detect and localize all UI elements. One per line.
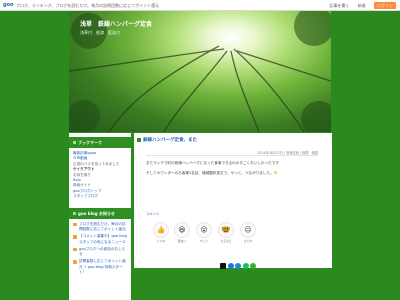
share-buttons [220, 254, 258, 269]
top-message[interactable]: ブログ、ランキング、ブログを読むだけ。毎月の訪問回数に応じてポイント還元 [16, 0, 159, 11]
login-button[interactable]: ログイン [374, 2, 396, 9]
new-post-link[interactable]: 新着 [358, 3, 366, 8]
post-paragraph-text: そしてカウンターのお客様1名目、機械翻訳英文で、やっと、つながりました。 [146, 171, 274, 175]
reaction-wow[interactable]: 😮 すごい [195, 222, 213, 244]
reaction-label: ひそか [243, 239, 253, 243]
bookmark-heading: ブックマーク [69, 137, 131, 148]
blog-subtitle: 浅草付 根津 藍染付 [80, 30, 120, 35]
reaction-funny[interactable]: 😆 面白い [173, 222, 191, 244]
sidebar: ブックマーク 最新記事gooo ＧＷ動画 広島のバスを巡ってみました ケイクアウ… [69, 133, 131, 300]
reaction-like[interactable]: 👍 いいね [152, 222, 170, 244]
reaction-nerd[interactable]: 🤓 なるほど [217, 222, 235, 244]
reaction-label: いいね [156, 239, 166, 243]
line-icon[interactable] [242, 263, 249, 269]
top-bar: goo ブログ、ランキング、ブログを読むだけ。毎月の訪問回数に応じてポイント還元… [0, 0, 400, 11]
divider [146, 155, 318, 156]
neutral-face-icon: 😐 [240, 222, 256, 238]
info-item[interactable]: ブログを読むだけ。毎月の訪問回数に応じてポイント還元 [72, 222, 128, 233]
post-paragraph: そしてカウンターのお客様1名目、機械翻訳英文で、やっと、つながりました。😄 [146, 170, 318, 176]
bookmark-list: 最新記事gooo ＧＷ動画 広島のバスを巡ってみました ケイクアウト お持ち帰り… [69, 148, 131, 204]
copy-icon[interactable] [250, 263, 256, 269]
info-item[interactable]: 訪問者数に応じてポイント還元 + goo blog 特典スタート！ [72, 259, 128, 275]
write-post-link[interactable]: 記事を書く [329, 3, 349, 8]
hatena-icon[interactable] [235, 263, 241, 269]
info-item[interactable]: gooブログへの参加のおしらせ [72, 247, 128, 258]
goo-logo[interactable]: goo [3, 0, 13, 11]
comment-link[interactable]: コメント [146, 211, 160, 216]
facebook-icon[interactable] [227, 263, 234, 269]
info-item[interactable]: 【コメント募集中】goo blogスタッフの気になるニュース [72, 234, 128, 245]
smile-emoji: 😄 [273, 171, 278, 175]
bookmark-item[interactable]: スタッフブログ [73, 194, 128, 199]
laugh-icon: 😆 [174, 222, 190, 238]
post-area: 鉄線ハンバーグ定食、また 2024年08月21日 | 鉄線定食 | 相撲・格闘 … [134, 133, 332, 269]
blog-header: 浅草 鉄線ハンバーグ定食 浅草付 根津 藍染付 [69, 11, 331, 132]
thumbs-up-icon: 👍 [153, 222, 169, 238]
surprised-icon: 😮 [196, 222, 212, 238]
reaction-label: なるほど [220, 239, 232, 243]
reaction-label: 面白い [177, 239, 187, 243]
blog-title[interactable]: 浅草 鉄線ハンバーグ定食 [80, 19, 152, 28]
reaction-bar: 👍 いいね 😆 面白い 😮 すごい 🤓 なるほど 😐 ひそか [152, 222, 256, 244]
reaction-label: すごい [199, 239, 209, 243]
reaction-neutral[interactable]: 😐 ひそか [239, 222, 257, 244]
x-icon[interactable] [220, 263, 226, 269]
post-title[interactable]: 鉄線ハンバーグ定食、また [137, 137, 197, 143]
nerd-icon: 🤓 [218, 222, 234, 238]
info-heading: goo blog お知らせ [69, 207, 131, 219]
info-list: ブログを読むだけ。毎月の訪問回数に応じてポイント還元 【コメント募集中】goo … [69, 219, 131, 281]
post-paragraph: またランチで町の鉄線ハンバーグになった食事できるのかすごくおいしかったです [146, 161, 279, 165]
post-body: またランチで町の鉄線ハンバーグになった食事できるのかすごくおいしかったです そし… [146, 160, 318, 180]
